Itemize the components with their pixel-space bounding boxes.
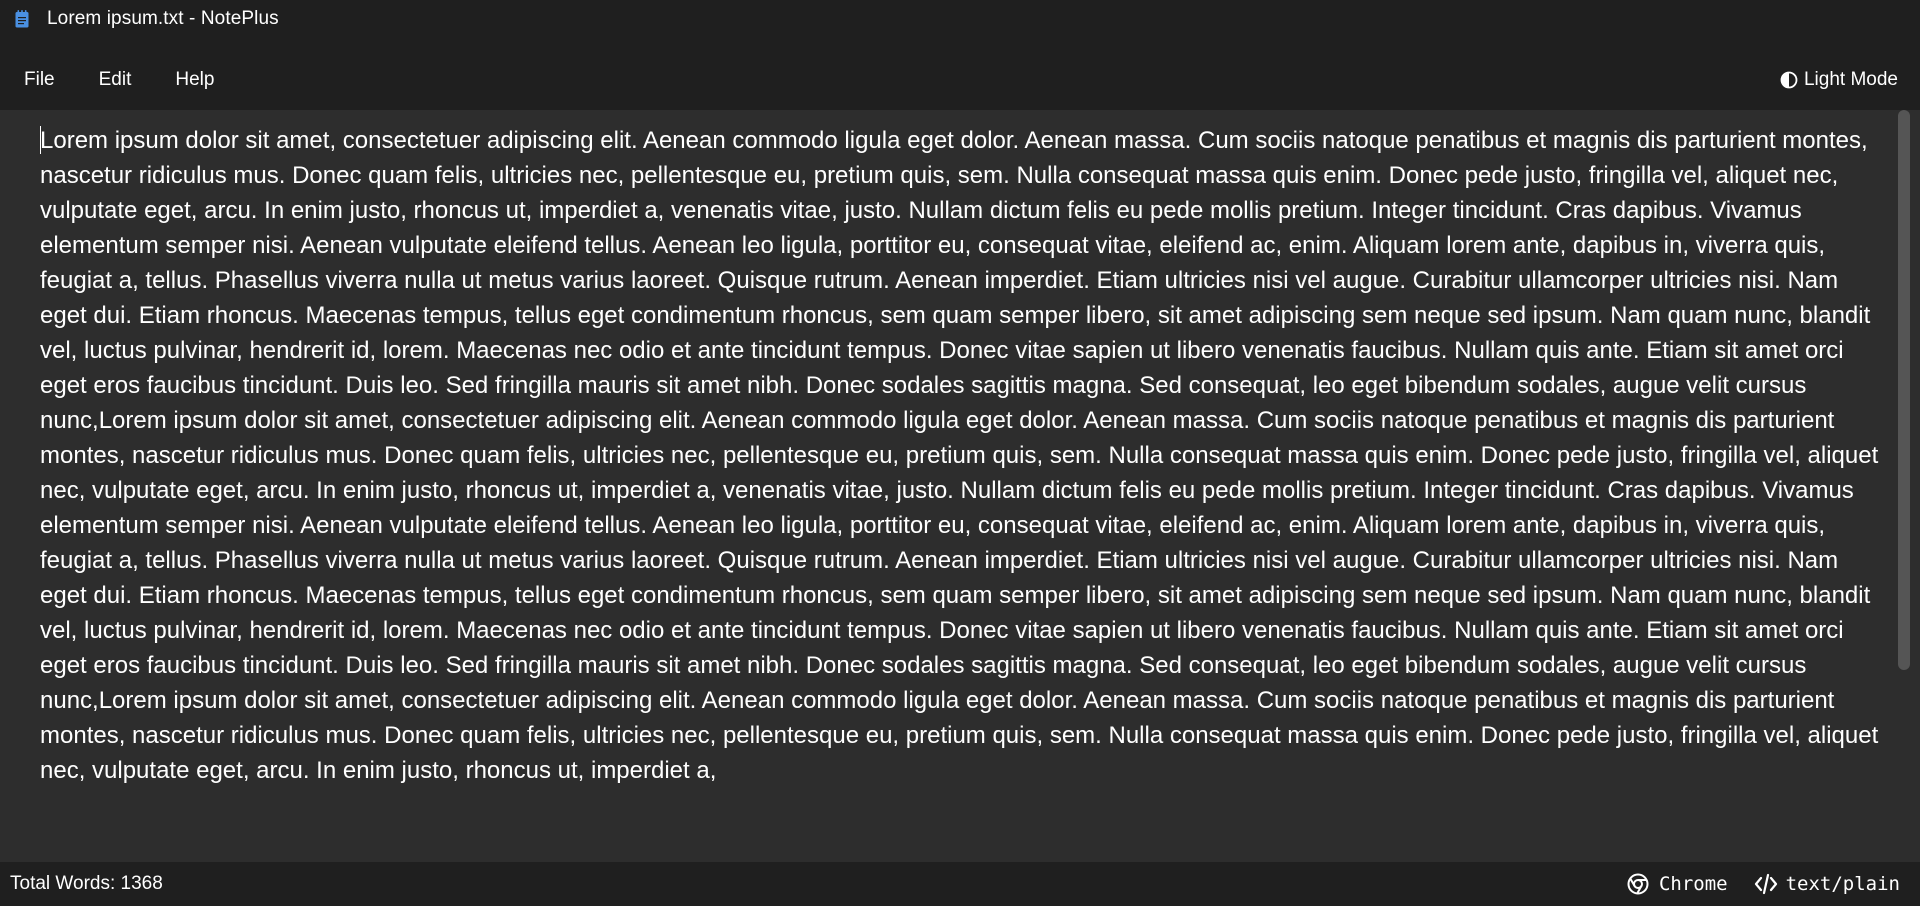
notepad-icon (13, 10, 31, 28)
browser-label: Chrome (1658, 873, 1728, 895)
menu-help[interactable]: Help (164, 69, 225, 91)
browser-indicator: Chrome (1627, 873, 1728, 895)
word-count: Total Words: 1368 (10, 873, 163, 894)
status-right: Chrome text/plain (1627, 862, 1900, 906)
menu-file[interactable]: File (13, 69, 66, 91)
menu-edit[interactable]: Edit (88, 69, 143, 91)
title-bar: Lorem ipsum.txt - NotePlus (0, 0, 1920, 38)
text-caret (40, 126, 41, 154)
editor-content[interactable]: Lorem ipsum dolor sit amet, consectetuer… (40, 123, 1880, 788)
light-mode-label: Light Mode (1803, 69, 1898, 90)
code-icon (1754, 873, 1777, 895)
status-bar: Total Words: 1368 Chrome text/plain (0, 862, 1920, 906)
menu-bar: File Edit Help Light Mode (0, 60, 1920, 100)
chrome-icon (1627, 873, 1649, 895)
window-title: Lorem ipsum.txt - NotePlus (47, 8, 279, 29)
mime-type-label: text/plain (1785, 873, 1900, 895)
app-window: Lorem ipsum.txt - NotePlus File Edit Hel… (0, 0, 1920, 906)
vertical-scrollbar[interactable] (1898, 110, 1910, 862)
light-mode-toggle[interactable]: Light Mode (1780, 60, 1898, 100)
contrast-icon (1780, 71, 1798, 89)
mime-type-indicator: text/plain (1754, 873, 1900, 895)
text-editor[interactable]: Lorem ipsum dolor sit amet, consectetuer… (0, 110, 1920, 862)
scrollbar-thumb[interactable] (1898, 110, 1910, 670)
